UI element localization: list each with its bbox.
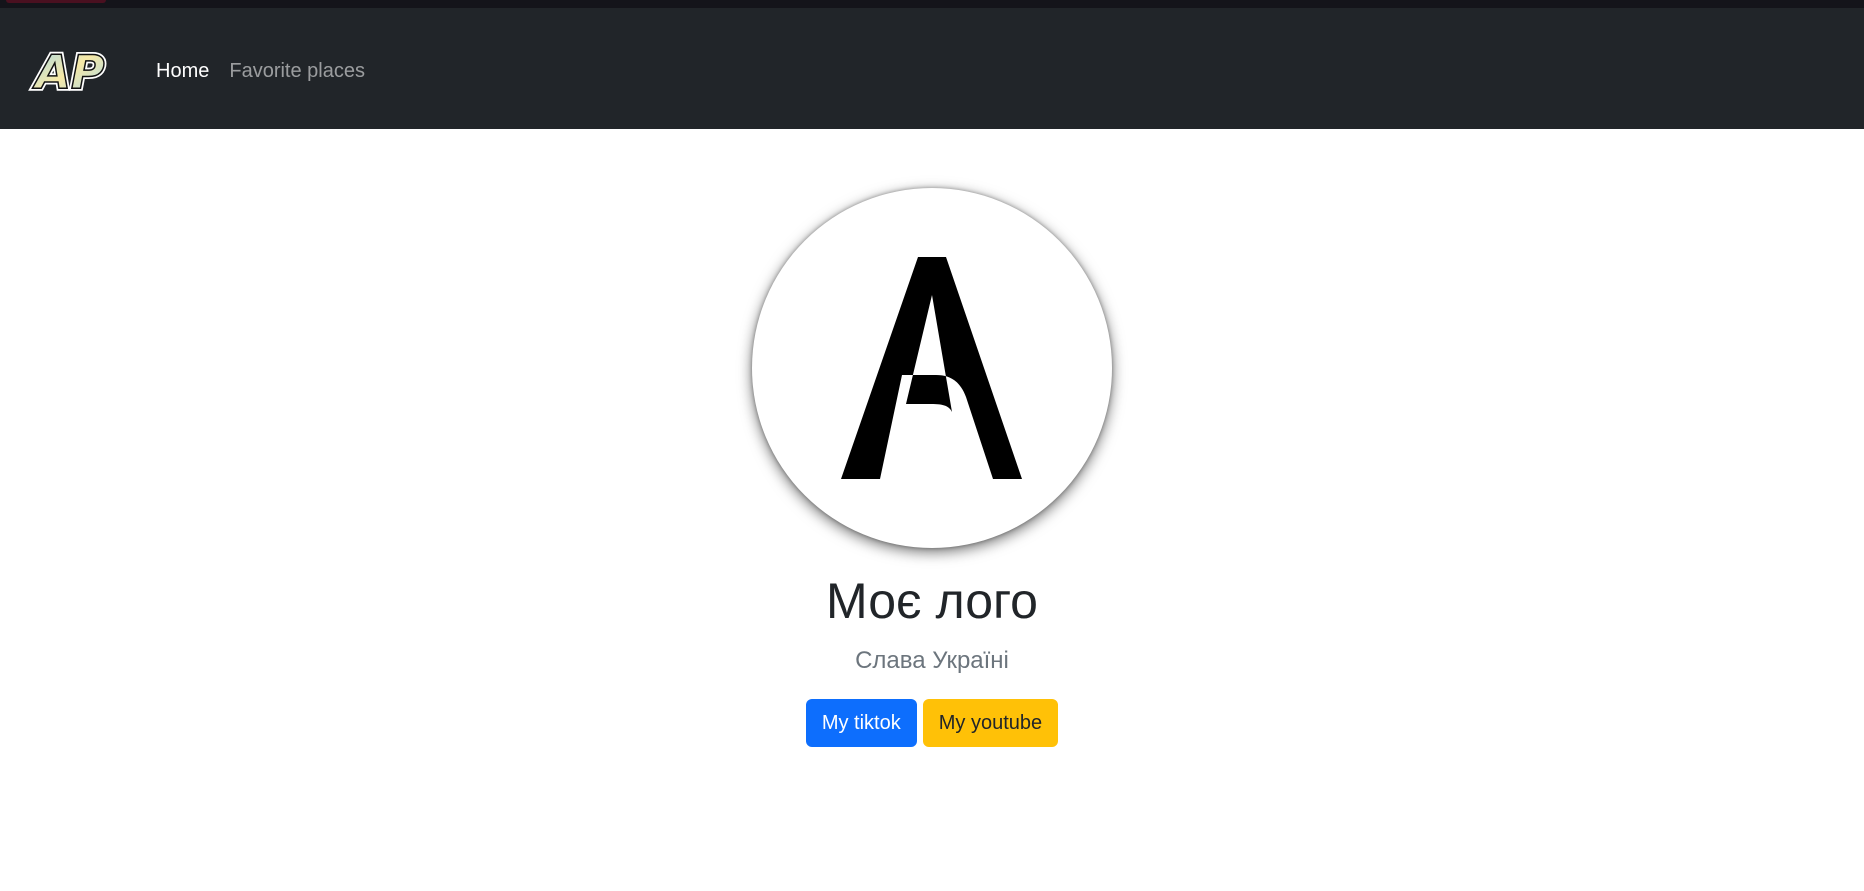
- page-subtitle: Слава Україні: [855, 647, 1009, 674]
- youtube-button[interactable]: My youtube: [922, 699, 1059, 747]
- tiktok-button[interactable]: My tiktok: [805, 699, 917, 747]
- letter-a-logo-icon: [841, 257, 1022, 479]
- brand-logo-icon: AP AP: [30, 43, 108, 102]
- brand-text: AP: [32, 45, 105, 99]
- social-buttons: My tiktok My youtube: [0, 699, 1864, 747]
- top-strip-accent: [6, 0, 106, 3]
- brand-logo[interactable]: AP AP: [28, 43, 112, 102]
- page-title: Моє лого: [826, 573, 1038, 629]
- nav-link-home[interactable]: Home: [156, 57, 209, 85]
- nav-links: Home Favorite places: [156, 57, 365, 85]
- profile-logo: [752, 188, 1112, 548]
- browser-top-strip: [0, 0, 1864, 8]
- nav-link-favorite-places[interactable]: Favorite places: [229, 57, 365, 85]
- navbar: AP AP Home Favorite places: [0, 8, 1864, 129]
